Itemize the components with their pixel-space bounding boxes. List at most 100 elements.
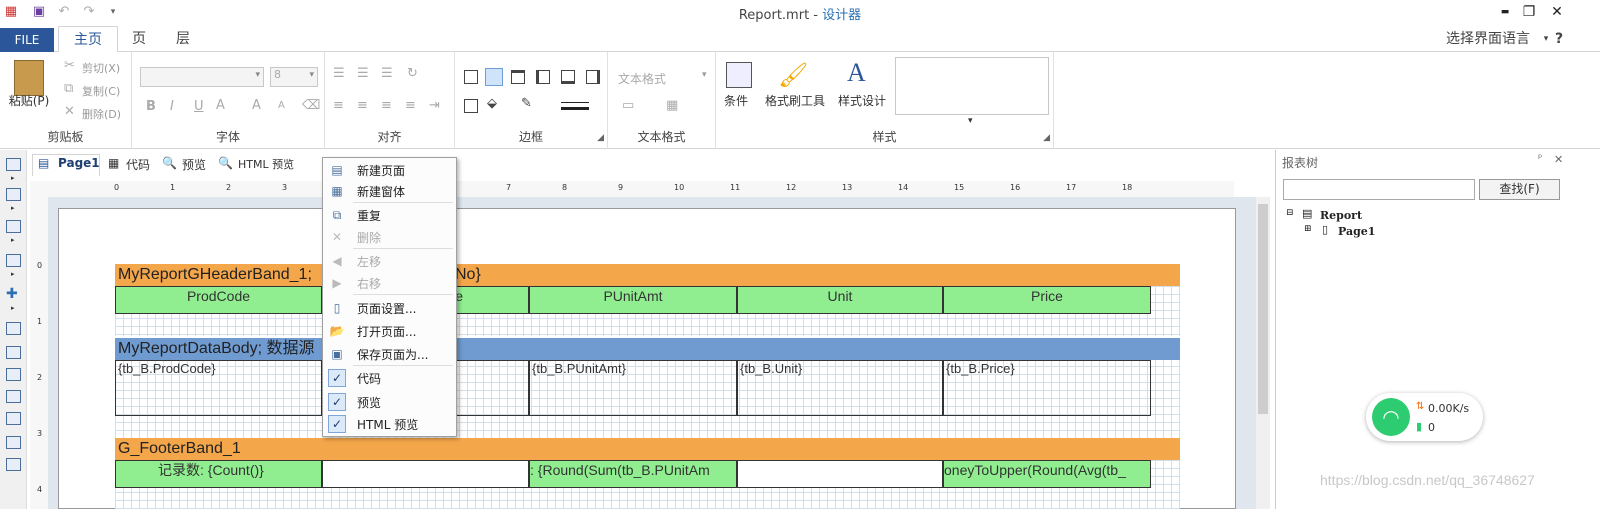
format-options-icon[interactable]: ▦ bbox=[666, 98, 678, 113]
format-painter-icon[interactable]: 🖌 bbox=[778, 60, 808, 90]
header-cell[interactable]: Price bbox=[943, 286, 1151, 314]
format-icon[interactable]: ▭ bbox=[622, 98, 634, 113]
paste-icon[interactable] bbox=[14, 60, 44, 96]
data-cell[interactable]: {tb_B.Unit} bbox=[737, 360, 943, 416]
expand-arrow-icon[interactable]: ▸ bbox=[11, 204, 15, 212]
tab-preview[interactable]: 预览 bbox=[182, 156, 206, 173]
cut-icon[interactable]: ✂ bbox=[64, 58, 75, 73]
condition-button[interactable]: 条件 bbox=[724, 92, 748, 109]
delete-icon[interactable]: ✕ bbox=[64, 104, 75, 119]
tree-node-page1[interactable]: Page1 bbox=[1338, 225, 1375, 238]
align-center-icon[interactable]: ≡ bbox=[357, 98, 368, 113]
expand-arrow-icon[interactable]: ▸ bbox=[11, 236, 15, 244]
image-component-icon[interactable] bbox=[6, 368, 21, 381]
text-tool-icon[interactable] bbox=[6, 322, 21, 335]
border-none-icon[interactable] bbox=[485, 68, 503, 86]
menu-item[interactable]: ▤ 新建页面 bbox=[323, 159, 456, 181]
copy-icon[interactable]: ⧉ bbox=[64, 81, 73, 96]
menu-item[interactable]: ✓ HTML 预览 bbox=[323, 413, 456, 435]
shape-tool-icon[interactable] bbox=[6, 436, 21, 449]
delete-button[interactable]: 删除(D) bbox=[82, 106, 121, 122]
restore-button[interactable]: ❐ bbox=[1518, 2, 1540, 22]
underline-icon[interactable]: U bbox=[194, 99, 204, 114]
border-left-icon[interactable] bbox=[536, 70, 550, 84]
header-cell[interactable]: ProdCode bbox=[115, 286, 322, 314]
grow-font-icon[interactable]: A bbox=[252, 98, 261, 113]
ui-language-arrow[interactable]: ▾ bbox=[1540, 26, 1552, 52]
format-painter-button[interactable]: 格式刷工具 bbox=[765, 92, 825, 109]
footer-cell[interactable] bbox=[737, 460, 943, 488]
paste-button[interactable]: 粘贴(P) bbox=[4, 92, 54, 109]
footer-cell[interactable] bbox=[322, 460, 529, 488]
cross-band-tool-icon[interactable] bbox=[6, 188, 21, 201]
header-cell[interactable]: PUnitAmt bbox=[529, 286, 737, 314]
tab-home[interactable]: 主页 bbox=[58, 26, 118, 53]
border-style-icon[interactable] bbox=[561, 102, 589, 110]
puzzle-icon[interactable]: ✚ bbox=[6, 286, 18, 302]
header-band[interactable]: MyReportGHeaderBand_1; No} bbox=[115, 264, 1180, 286]
border-bottom-icon[interactable] bbox=[561, 70, 575, 84]
tab-page[interactable]: 页 bbox=[124, 26, 154, 52]
style-gallery[interactable] bbox=[895, 57, 1049, 115]
find-button[interactable]: 查找(F) bbox=[1479, 179, 1560, 200]
border-settings-icon[interactable] bbox=[464, 99, 478, 113]
tree-search-input[interactable] bbox=[1283, 179, 1475, 200]
menu-item[interactable]: ✓ 预览 bbox=[323, 391, 456, 413]
footer-cell[interactable]: : {Round(Sum(tb_B.PUnitAm bbox=[529, 460, 737, 488]
barcode-tool-icon[interactable] bbox=[6, 390, 21, 403]
expand-arrow-icon[interactable]: ▸ bbox=[11, 304, 15, 312]
data-cell[interactable]: {tb_B.ProdCode} bbox=[115, 360, 322, 416]
component-tool-icon[interactable] bbox=[6, 220, 21, 233]
text-format-combo[interactable]: 文本格式 bbox=[618, 70, 666, 87]
chart-tool-icon[interactable] bbox=[6, 458, 21, 471]
align-right-icon[interactable]: ≡ bbox=[381, 98, 392, 113]
band-tool-icon[interactable] bbox=[6, 158, 21, 171]
style-designer-icon[interactable]: A bbox=[847, 58, 866, 88]
footer-band[interactable]: G_FooterBand_1 bbox=[115, 438, 1180, 460]
shrink-font-icon[interactable]: A bbox=[278, 100, 285, 111]
menu-item[interactable]: ▣ 保存页面为... bbox=[323, 343, 456, 365]
border-right-icon[interactable] bbox=[586, 70, 600, 84]
data-cell[interactable]: {tb_B.Price} bbox=[943, 360, 1151, 416]
menu-item[interactable]: ▦ 新建窗体 bbox=[323, 180, 456, 202]
font-size-combo[interactable]: 8 bbox=[270, 67, 318, 87]
text-format-arrow[interactable]: ▾ bbox=[702, 70, 707, 80]
italic-icon[interactable]: I bbox=[170, 99, 174, 114]
tab-page1-label[interactable]: Page1 bbox=[58, 156, 100, 170]
panel-close-icon[interactable]: ✕ bbox=[1554, 153, 1563, 166]
align-middle-icon[interactable]: ☰ bbox=[357, 66, 369, 81]
border-all-icon[interactable] bbox=[464, 70, 478, 84]
bold-icon[interactable]: B bbox=[146, 99, 156, 114]
rotate-icon[interactable]: ↻ bbox=[407, 66, 418, 81]
rich-text-tool-icon[interactable] bbox=[6, 346, 21, 359]
menu-item[interactable]: ▯ 页面设置... bbox=[323, 297, 456, 319]
tab-code[interactable]: 代码 bbox=[126, 156, 150, 173]
style-designer-button[interactable]: 样式设计 bbox=[838, 92, 886, 109]
image-tool-icon[interactable] bbox=[6, 254, 21, 267]
data-cell[interactable]: {tb_B.PUnitAmt} bbox=[529, 360, 737, 416]
footer-cell[interactable]: oneyToUpper(Round(Avg(tb_ bbox=[943, 460, 1151, 488]
style-gallery-arrow[interactable]: ▾ bbox=[968, 116, 973, 126]
tab-file[interactable]: FILE bbox=[0, 28, 54, 52]
fill-color-icon[interactable]: ⬙ bbox=[487, 96, 497, 111]
menu-item[interactable]: 📂 打开页面... bbox=[323, 320, 456, 342]
align-bottom-icon[interactable]: ☰ bbox=[381, 66, 393, 81]
border-top-icon[interactable] bbox=[511, 70, 525, 84]
font-color-icon[interactable]: A bbox=[216, 98, 225, 113]
border-color-icon[interactable]: ✎ bbox=[521, 96, 532, 111]
tab-html-preview[interactable]: HTML 预览 bbox=[238, 156, 294, 172]
word-wrap-icon[interactable]: ⇥ bbox=[429, 98, 440, 113]
pin-icon[interactable]: ᵖ bbox=[1538, 153, 1542, 164]
minimize-button[interactable]: ▬ bbox=[1494, 2, 1516, 22]
tab-layer[interactable]: 层 bbox=[168, 26, 198, 52]
condition-icon[interactable] bbox=[726, 62, 752, 88]
clear-format-icon[interactable]: ⌫ bbox=[302, 98, 320, 113]
data-band[interactable]: MyReportDataBody; 数据源 bbox=[115, 338, 1180, 360]
expand-icon[interactable]: ⊞ bbox=[1304, 224, 1312, 234]
scrollbar-thumb[interactable] bbox=[1258, 204, 1268, 414]
menu-item[interactable]: ✓ 代码 bbox=[323, 367, 456, 389]
panel-tool-icon[interactable] bbox=[6, 412, 21, 425]
copy-button[interactable]: 复制(C) bbox=[82, 83, 120, 99]
tree-node-report[interactable]: Report bbox=[1320, 209, 1362, 222]
align-top-icon[interactable]: ☰ bbox=[333, 66, 345, 81]
